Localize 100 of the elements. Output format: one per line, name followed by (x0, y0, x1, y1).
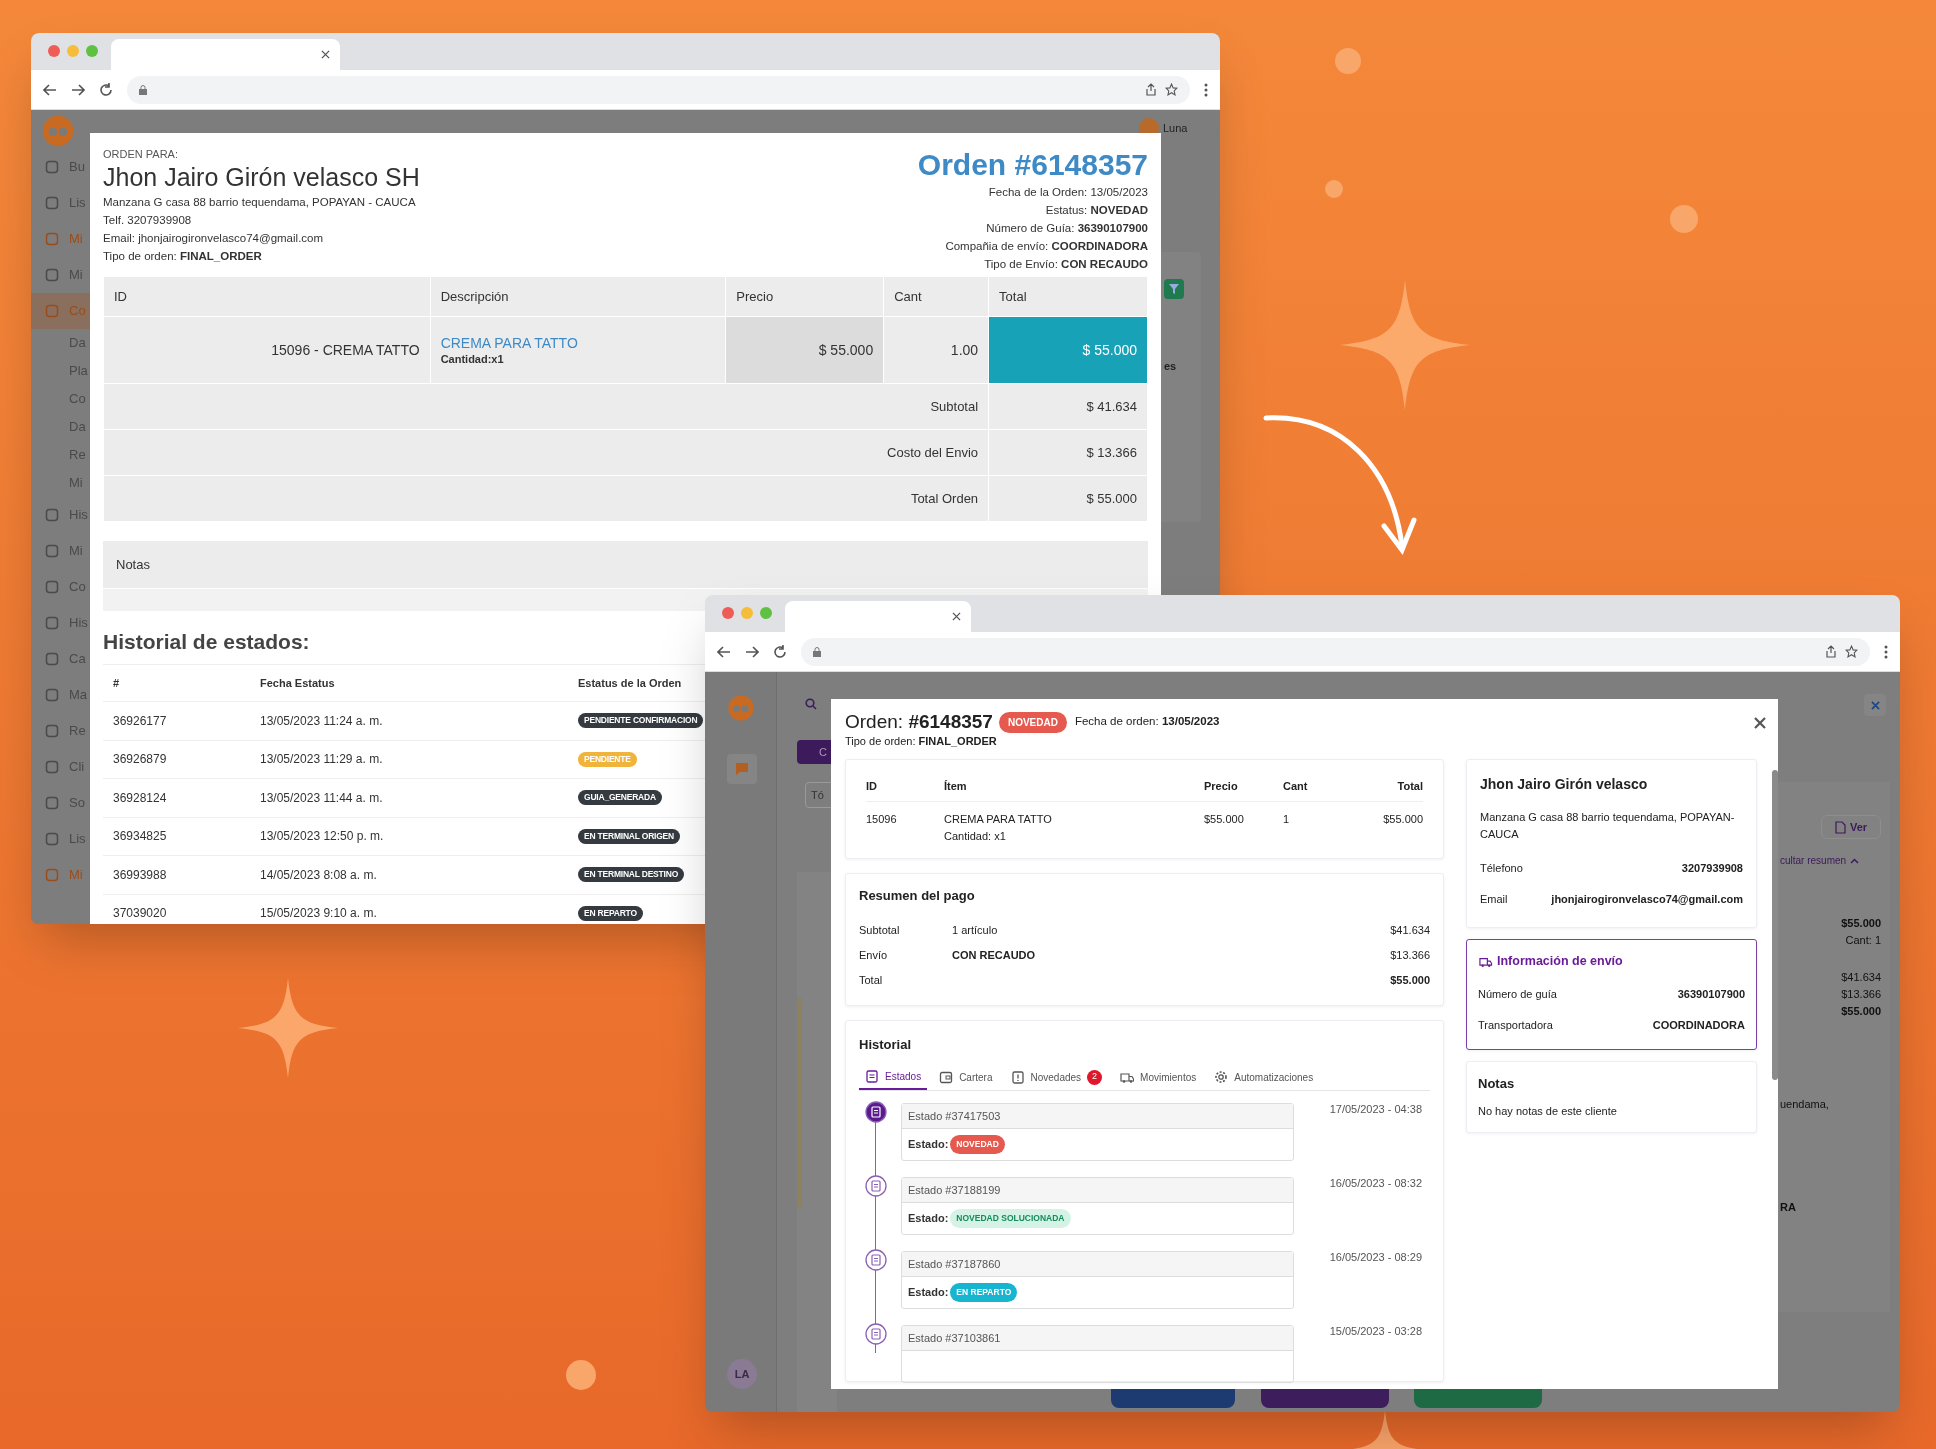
history-tab[interactable]: Novedades 2 (1004, 1064, 1109, 1090)
order-detail: Compañia de envío: COORDINADORA (945, 239, 1148, 254)
entry-title: Estado #37103861 (908, 1330, 1001, 1346)
lock-icon (813, 646, 821, 657)
product-link[interactable]: CREMA PARA TATTO (440, 334, 578, 352)
user-name[interactable]: Luna (1163, 120, 1188, 137)
wallet-icon (939, 1070, 954, 1084)
column-header: Total (1396, 779, 1423, 795)
menu-item-icon (45, 760, 59, 774)
summary-value: $13.366 (1390, 947, 1430, 963)
reload-icon[interactable] (773, 644, 787, 659)
menu-icon[interactable] (1884, 644, 1888, 659)
close-icon[interactable] (952, 612, 961, 621)
table-cell-text: 13/05/2023 11:44 a. m. (260, 789, 384, 807)
window-controls[interactable] (721, 606, 773, 620)
card-title: Notas (1478, 1074, 1515, 1093)
notes-text: No hay notas de este cliente (1478, 1104, 1617, 1120)
table-cell-text: 37039020 (112, 905, 168, 923)
customer-name: Jhon Jairo Girón velasco (1480, 775, 1649, 794)
summary-value: $41.634 (1390, 922, 1430, 938)
status-badge: EN REPARTO (578, 905, 643, 921)
bubble (1335, 48, 1361, 74)
column-header: Precio (725, 276, 884, 317)
order-date: Fecha de orden: 13/05/2023 (1074, 714, 1220, 730)
forward-icon[interactable] (71, 82, 85, 97)
entry-title: Estado #37188199 (908, 1182, 1001, 1198)
menu-item-icon (45, 868, 59, 882)
quantity-note: Cantidad: x1 (944, 828, 1007, 844)
close-icon[interactable] (1754, 717, 1766, 729)
status-badge: NOVEDAD (998, 711, 1067, 733)
history-tab[interactable]: Automatizaciones (1208, 1064, 1320, 1090)
status-badge: PENDIENTE (578, 751, 637, 767)
table-cell-text: 36993988 (112, 866, 168, 884)
table-cell: $ 13.366 (988, 429, 1148, 476)
scrollbar-thumb[interactable] (1772, 770, 1778, 1080)
view-button[interactable]: Ver (1821, 815, 1881, 839)
summary-label: Subtotal (859, 922, 901, 938)
column-header: Cant (883, 276, 989, 317)
status-badge: EN REPARTO (950, 1283, 1018, 1302)
total-text: $41.634 (1841, 970, 1881, 985)
field-label: Número de guía (1478, 987, 1557, 1002)
summary-label: Total (859, 972, 884, 988)
table-cell: 1.00 (883, 316, 989, 384)
column-header: Ítem (944, 779, 968, 795)
status-badge: NOVEDAD (950, 1135, 1005, 1154)
field-value: 36390107900 (1677, 987, 1745, 1002)
back-icon[interactable] (43, 82, 57, 97)
share-icon[interactable] (1825, 645, 1837, 658)
status-badge: PENDIENTE CONFIRMACION (578, 713, 704, 729)
card-title: Historial (859, 1035, 911, 1054)
order-type-text: Tipo de orden: FINAL_ORDER (845, 734, 997, 749)
history-tab[interactable]: Cartera (933, 1064, 999, 1090)
history-tab[interactable]: Estados (859, 1064, 928, 1090)
collapse-toggle[interactable]: cultar resumen (1780, 853, 1860, 868)
address-text: Manzana G casa 88 barrio tequendama, POPAYAN-CAUCA (1480, 810, 1736, 842)
summary-detail: CON RECAUDO (952, 947, 1036, 963)
table-cell-text: 13/05/2023 12:50 p. m. (260, 828, 385, 846)
star-icon[interactable] (1165, 83, 1178, 96)
filter-icon (1169, 284, 1179, 294)
phone-text: Telf. 3207939908 (103, 213, 193, 228)
table-cell-text: $55.000 (1204, 812, 1245, 827)
bubble (566, 1360, 596, 1390)
menu-item-icon (45, 580, 59, 594)
menu-item-icon (45, 652, 59, 666)
table-cell-text: 13/05/2023 11:29 a. m. (260, 751, 384, 769)
table-cell-text: 13/05/2023 11:24 a. m. (260, 712, 384, 730)
close-icon[interactable] (321, 50, 330, 59)
total-text: $55.000 (1841, 1004, 1881, 1019)
star-icon[interactable] (1845, 645, 1858, 658)
table-cell-text: 14/05/2023 8:08 a. m. (260, 866, 378, 884)
alert-icon (1010, 1070, 1025, 1084)
menu-icon[interactable] (1204, 82, 1208, 97)
table-cell: $ 41.634 (988, 383, 1148, 430)
entry-label: Estado: (908, 1137, 949, 1153)
share-icon[interactable] (1145, 83, 1157, 96)
field-value: COORDINADORA (1652, 1018, 1745, 1033)
menu-item-icon (45, 508, 59, 522)
window-controls[interactable] (47, 44, 99, 58)
sidebar-item[interactable]: Mi (31, 857, 111, 893)
column-header: Total (988, 276, 1148, 317)
history-tab[interactable]: Movimientos (1114, 1064, 1203, 1090)
table-cell-text: 15/05/2023 9:10 a. m. (260, 905, 378, 923)
table-cell-text: 15096 (866, 812, 898, 827)
back-icon[interactable] (717, 644, 731, 659)
reload-icon[interactable] (99, 82, 113, 97)
price-text: $55.000 (1841, 916, 1881, 931)
table-cell: $ 55.000 (725, 316, 884, 384)
total-text: $13.366 (1841, 987, 1881, 1002)
quantity-note: Cantidad:x1 (440, 351, 504, 366)
column-header: Estatus de la Orden (578, 675, 682, 691)
table-cell-text: CREMA PARA TATTO (944, 812, 1053, 827)
entry-label: Estado: (908, 1285, 949, 1301)
panel-text: es (1164, 359, 1177, 374)
notes-label: Notas (116, 555, 150, 574)
column-header: # (112, 675, 121, 691)
forward-icon[interactable] (745, 644, 759, 659)
close-icon (1870, 700, 1880, 710)
entry-label: Estado: (908, 1211, 949, 1227)
column-header: Fecha Estatus (260, 675, 336, 691)
table-cell-text: $55.000 (1382, 812, 1423, 827)
